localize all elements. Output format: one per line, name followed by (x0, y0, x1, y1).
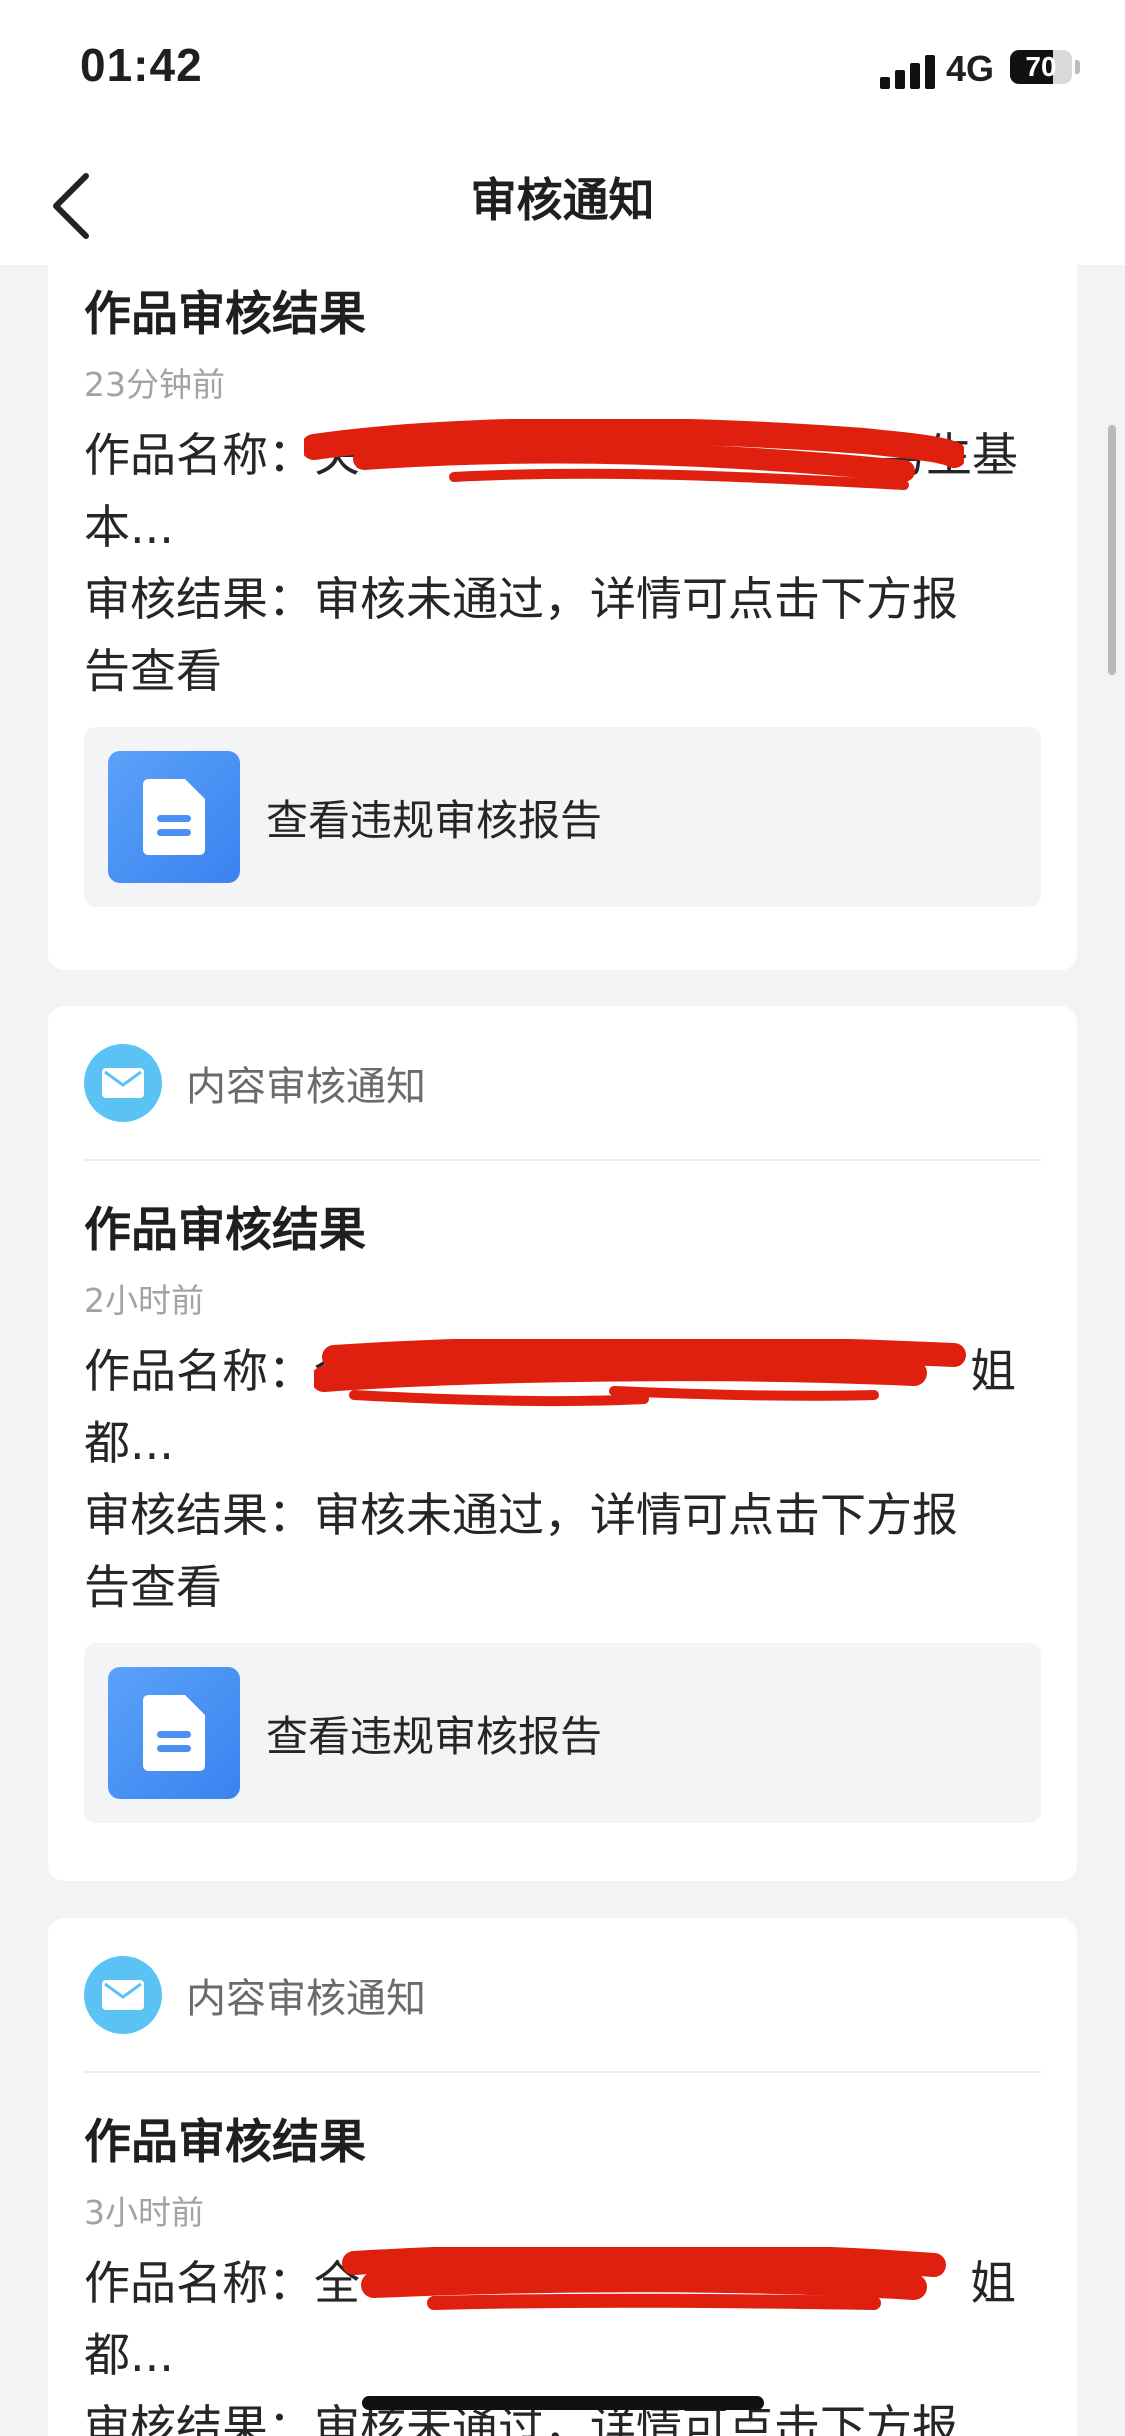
notification-card: 作品审核结果 23分钟前 作品名称：关 男生基 本... 审核结果：审核未通过，详… (48, 265, 1077, 970)
review-result-wrap: 告查看 (84, 644, 222, 698)
review-result-label: 审核结果： (84, 572, 314, 626)
review-result-wrap: 告查看 (84, 1560, 222, 1614)
card-time: 3小时前 (84, 2193, 204, 2232)
battery-cap (1075, 60, 1080, 74)
home-indicator[interactable] (362, 2396, 764, 2410)
review-result-text: 审核未通过，详情可点击下方报 (314, 572, 958, 626)
review-result-line: 审核结果：审核未通过，详情可点击下方报 (84, 1479, 1041, 1551)
notification-list[interactable]: 作品审核结果 23分钟前 作品名称：关 男生基 本... 审核结果：审核未通过，详… (0, 265, 1125, 2436)
battery-icon: 70 (1010, 50, 1072, 84)
work-name-wrap: 都... (84, 1416, 174, 1470)
work-name-line: 作品名称：关 男生基 (84, 419, 1041, 491)
card-category: 内容审核通知 (186, 1063, 426, 1110)
card-time: 2小时前 (84, 1281, 204, 1320)
work-name-end: 姐 (970, 1344, 1016, 1398)
card-header: 内容审核通知 (84, 1918, 1041, 2073)
review-result-line: 审核结果：审核未通过，详情可点击下方报 (84, 563, 1041, 635)
work-name-start: 全 (314, 2256, 360, 2310)
scrollbar[interactable] (1108, 425, 1116, 675)
mail-icon (84, 1955, 162, 2034)
view-report-button[interactable]: 查看违规审核报告 (84, 1643, 1041, 1823)
review-result-text: 审核未通过，详情可点击下方报 (314, 1488, 958, 1542)
card-header: 内容审核通知 (84, 1006, 1041, 1161)
battery-percent: 70 (1025, 51, 1057, 82)
work-name-label: 作品名称： (84, 1344, 314, 1398)
card-title: 作品审核结果 (84, 287, 366, 342)
work-name-label: 作品名称： (84, 2256, 314, 2310)
work-name-line: 作品名称：全 姐 (84, 2247, 1041, 2319)
status-bar: 01:42 4G 70 (0, 0, 1125, 140)
mail-icon (84, 1043, 162, 1122)
view-report-button[interactable]: 查看违规审核报告 (84, 727, 1041, 907)
redaction-scribble (342, 2247, 946, 2310)
review-result-label: 审核结果： (84, 1488, 314, 1542)
document-icon (108, 751, 240, 883)
work-name-wrap: 都... (84, 2328, 174, 2382)
view-report-label: 查看违规审核报告 (266, 1711, 603, 1761)
work-name-start: 全 (314, 1344, 360, 1398)
work-name-end: 姐 (970, 2256, 1016, 2310)
navigation-bar: 审核通知 (0, 140, 1125, 265)
view-report-label: 查看违规审核报告 (266, 795, 603, 845)
chevron-left-icon (53, 173, 89, 239)
card-time: 23分钟前 (84, 365, 225, 404)
signal-strength-icon (880, 55, 936, 89)
document-icon (108, 1667, 240, 1799)
card-category: 内容审核通知 (186, 1975, 426, 2022)
work-name-label: 作品名称： (84, 428, 314, 482)
review-result-label: 审核结果： (84, 2400, 314, 2436)
notification-card: 内容审核通知 作品审核结果 3小时前 作品名称：全姐 都... 审核结果：审核未… (48, 1918, 1077, 2436)
notification-card: 内容审核通知 作品审核结果 2小时前 作品名称：全 姐 都... 审核结果：审核未… (48, 1006, 1077, 1881)
redaction-scribble (304, 419, 964, 490)
network-type: 4G (946, 48, 995, 89)
work-name-line: 作品名称：全 姐 (84, 1335, 1041, 1407)
back-button[interactable] (44, 170, 104, 240)
work-name-wrap: 本... (84, 500, 174, 554)
work-name-start: 关 (314, 428, 360, 482)
card-title: 作品审核结果 (84, 1203, 366, 1258)
card-title: 作品审核结果 (84, 2115, 366, 2170)
status-time: 01:42 (80, 39, 203, 91)
page-title: 审核通知 (470, 173, 655, 227)
work-name-end: 男生基 (880, 428, 1018, 482)
